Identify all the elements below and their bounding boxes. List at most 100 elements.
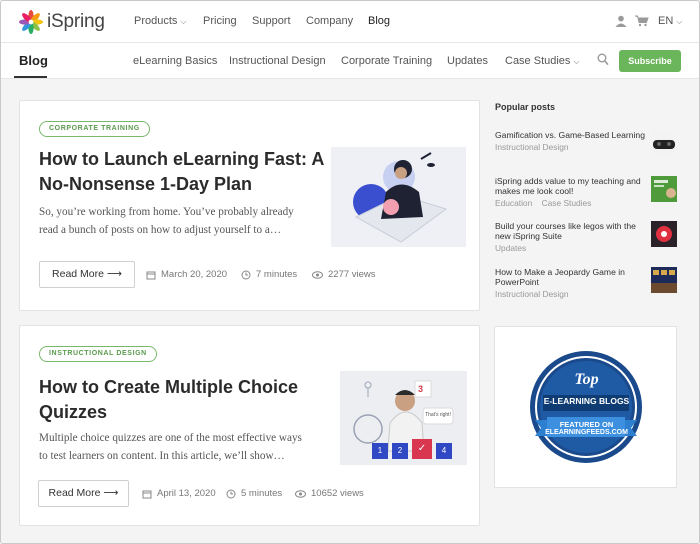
category-updates[interactable]: Updates [447, 55, 488, 67]
nav-pricing[interactable]: Pricing [203, 15, 237, 27]
chevron-down-icon: ⌵ [573, 57, 580, 66]
popular-post-category[interactable]: Instructional Design [495, 289, 645, 299]
ispring-flower-icon [19, 10, 43, 34]
language-selector[interactable]: EN ⌵ [658, 15, 682, 27]
post-category-tag[interactable]: CORPORATE TRAINING [39, 121, 150, 137]
calendar-icon [142, 490, 152, 498]
calendar-icon [146, 271, 156, 279]
nav-blog[interactable]: Blog [368, 15, 390, 27]
answer-box: 1 [372, 443, 388, 459]
case-study-image [654, 180, 676, 198]
chevron-down-icon: ⌵ [676, 17, 683, 26]
post-card: CORPORATE TRAINING How to Launch eLearni… [19, 100, 480, 311]
post-title-line: How to Launch eLearning Fast: A [39, 149, 325, 169]
chevron-down-icon: ⌵ [180, 17, 187, 26]
popular-post-thumbnail[interactable] [651, 221, 677, 247]
popular-posts-heading: Popular posts [495, 102, 556, 112]
user-icon[interactable] [615, 15, 627, 27]
woman-with-laptop-illustration [353, 152, 448, 243]
category-instructional-design[interactable]: Instructional Design [229, 55, 326, 67]
popular-post-thumbnail[interactable] [651, 176, 677, 202]
tab-blog[interactable]: Blog [19, 53, 48, 68]
popular-post-title[interactable]: Build your courses like legos with the n… [495, 221, 645, 241]
category-case-studies[interactable]: Case Studies ⌵ [505, 55, 580, 67]
popular-post-category[interactable]: Education [495, 198, 532, 208]
language-label: EN [658, 15, 674, 27]
nav-support[interactable]: Support [252, 15, 291, 27]
answer-box-correct: ✓ [412, 439, 432, 459]
post-excerpt-line: Multiple choice quizzes are one of the m… [39, 432, 302, 444]
post-title-line: No-Nonsense 1-Day Plan [39, 174, 253, 194]
post-title[interactable]: How to Launch eLearning Fast: A No-Nonse… [39, 147, 329, 197]
popular-post-categories: Education Case Studies [495, 198, 645, 208]
speech-bubble-text: That's right! [425, 412, 451, 418]
nav-company[interactable]: Company [306, 15, 353, 27]
post-card: INSTRUCTIONAL DESIGN How to Create Multi… [19, 325, 480, 526]
post-excerpt: Multiple choice quizzes are one of the m… [39, 429, 329, 465]
top-elearning-blogs-badge [530, 351, 642, 463]
popular-post-item[interactable]: iSpring adds value to my teaching and ma… [495, 176, 645, 208]
badge-featured-text: FEATURED ON [559, 420, 614, 429]
nav-products[interactable]: Products ⌵ [134, 15, 187, 27]
logo[interactable]: iSpring [19, 9, 105, 35]
featured-badge-card[interactable]: Top E-LEARNING BLOGS FEATURED ON ELEARNI… [494, 326, 677, 488]
read-more-button[interactable]: Read More ⟶ [39, 261, 135, 288]
popular-post-item[interactable]: Build your courses like legos with the n… [495, 221, 645, 253]
subscribe-button[interactable]: Subscribe [619, 50, 681, 72]
category-corporate-training[interactable]: Corporate Training [341, 55, 432, 67]
gamepad-image [653, 140, 675, 149]
post-read-time-text: 5 minutes [241, 488, 283, 499]
post-date-text: March 20, 2020 [161, 269, 228, 280]
post-category-tag[interactable]: INSTRUCTIONAL DESIGN [39, 346, 157, 362]
post-title-line: How to Create Multiple Choice [39, 377, 299, 397]
blog-subnav: Blog eLearning Basics Instructional Desi… [1, 43, 699, 79]
clock-icon [241, 270, 251, 279]
answer-box: 2 [392, 443, 408, 459]
eye-icon [312, 270, 323, 279]
post-read-time: 5 minutes [226, 488, 282, 499]
nav-products-label: Products [134, 15, 178, 27]
popular-post-title[interactable]: Gamification vs. Game-Based Learning [495, 130, 645, 140]
popular-post-category[interactable]: Case Studies [542, 198, 592, 208]
post-date-text: April 13, 2020 [157, 488, 216, 499]
popular-post-category[interactable]: Updates [495, 243, 645, 253]
brand-name: iSpring [47, 11, 105, 32]
active-tab-indicator [14, 76, 47, 78]
badge-ribbon-text: E-LEARNING BLOGS [543, 396, 630, 406]
post-views-text: 2277 views [328, 269, 376, 280]
post-thumbnail[interactable] [331, 147, 466, 247]
category-case-studies-label: Case Studies [505, 55, 571, 67]
category-elearning-basics[interactable]: eLearning Basics [133, 55, 217, 67]
clock-icon [226, 489, 236, 498]
post-title-line: Quizzes [39, 402, 108, 422]
post-date: April 13, 2020 [142, 488, 216, 499]
cart-icon[interactable] [635, 15, 649, 27]
popular-post-category[interactable]: Instructional Design [495, 142, 645, 152]
popular-post-item[interactable]: Gamification vs. Game-Based Learning Ins… [495, 130, 645, 152]
badge-top-text: Top [574, 371, 599, 388]
eye-icon [295, 489, 306, 498]
post-views: 10652 views [295, 488, 364, 499]
jeopardy-image [651, 267, 677, 293]
post-excerpt-line: So, you’re working from home. You’ve pro… [39, 206, 294, 218]
post-thumbnail[interactable]: 3 That's right! 1 2 ✓ 4 [340, 371, 467, 465]
top-navigation: iSpring Products ⌵ Pricing Support Compan… [1, 1, 699, 43]
popular-post-title[interactable]: iSpring adds value to my teaching and ma… [495, 176, 645, 196]
search-icon[interactable] [597, 53, 609, 67]
read-more-button[interactable]: Read More ⟶ [38, 480, 129, 507]
badge-site-text: ELEARNINGFEEDS.COM [545, 429, 628, 436]
post-title[interactable]: How to Create Multiple Choice Quizzes [39, 375, 329, 425]
post-views-text: 10652 views [311, 488, 364, 499]
post-excerpt-line: to test learners on content. In this art… [39, 450, 285, 462]
popular-post-item[interactable]: How to Make a Jeopardy Game in PowerPoin… [495, 267, 645, 299]
post-read-time-text: 7 minutes [256, 269, 298, 280]
post-excerpt: So, you’re working from home. You’ve pro… [39, 203, 329, 239]
popular-post-thumbnail[interactable] [651, 130, 677, 156]
popular-post-thumbnail[interactable] [651, 267, 677, 293]
popular-post-title[interactable]: How to Make a Jeopardy Game in PowerPoin… [495, 267, 645, 287]
post-read-time: 7 minutes [241, 269, 297, 280]
post-date: March 20, 2020 [146, 269, 227, 280]
post-excerpt-line: read a bunch of posts on how to adjust y… [39, 224, 282, 236]
answer-box: 4 [436, 443, 452, 459]
lego-logo-image [656, 226, 672, 242]
